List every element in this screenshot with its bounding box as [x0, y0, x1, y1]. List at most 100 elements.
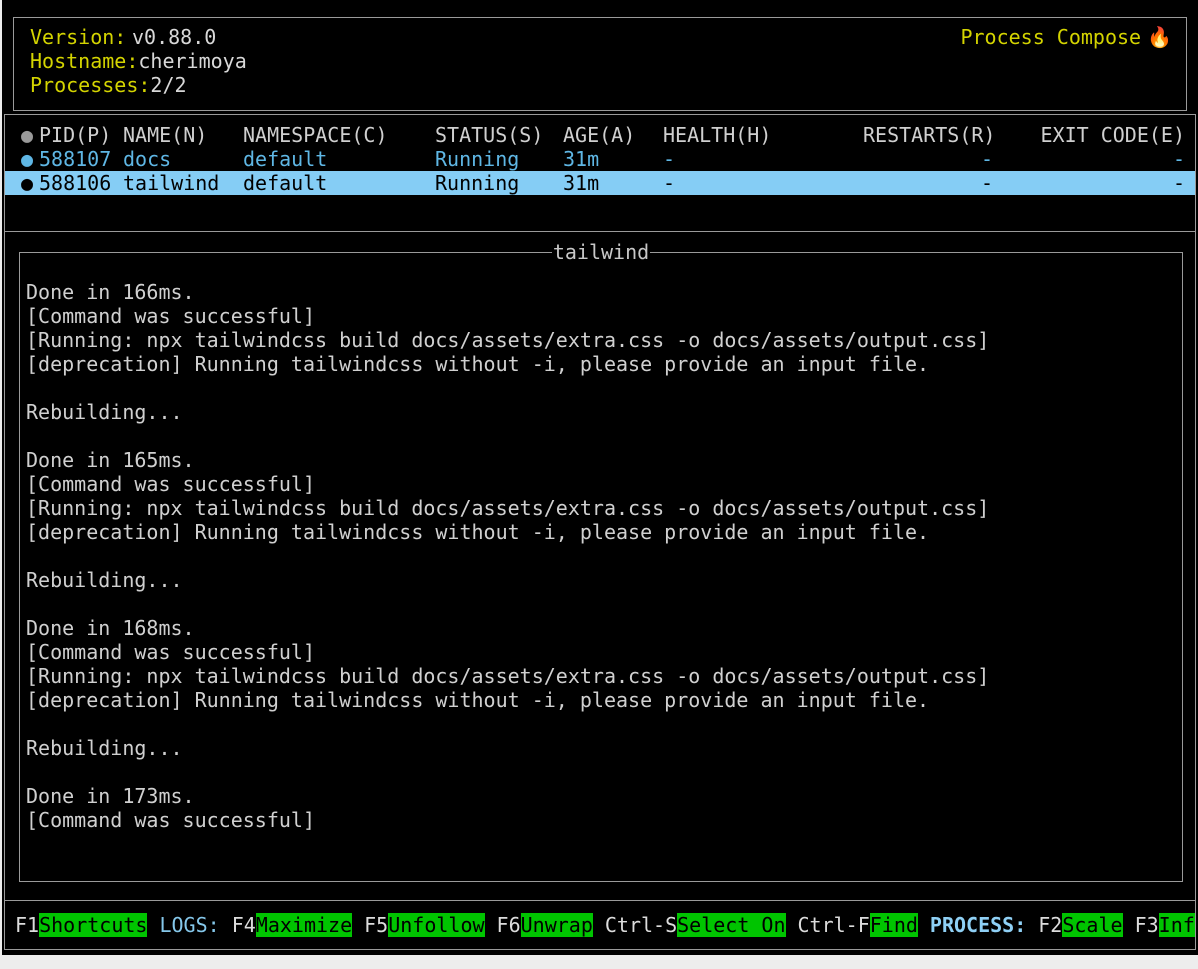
header-panel: Version:v0.88.0Hostname:cherimoyaProcess… [13, 17, 1187, 111]
log-line [26, 760, 1176, 784]
column-header: PID(P) [39, 123, 123, 147]
column-header: HEALTH(H) [663, 123, 863, 147]
shortcut-key: F5 [364, 913, 388, 937]
cell-name: tailwind [123, 171, 243, 195]
shortcut-info[interactable]: F3Info [1135, 913, 1195, 937]
table-body: ●588107docsdefaultRunning31m---●588106ta… [5, 147, 1195, 195]
cell-restarts: - [863, 147, 993, 171]
process-table: ●PID(P)NAME(N)NAMESPACE(C)STATUS(S)AGE(A… [5, 115, 1195, 231]
cell-age: 31m [563, 171, 663, 195]
process-compose-terminal: Version:v0.88.0Hostname:cherimoyaProcess… [2, 0, 1198, 955]
status-bar: F1ShortcutsLOGS:F4MaximizeF5UnfollowF6Un… [5, 901, 1195, 949]
cell-health: - [663, 147, 863, 171]
column-header: RESTARTS(R) [863, 123, 993, 147]
shortcut-key: F4 [232, 913, 256, 937]
log-line: [Running: npx tailwindcss build docs/ass… [26, 328, 1176, 352]
log-panel-title: tailwind [20, 240, 1182, 264]
shortcut-key: F2 [1038, 913, 1062, 937]
column-header: NAMESPACE(C) [243, 123, 435, 147]
log-line: Done in 165ms. [26, 448, 1176, 472]
header-field: Processes:2/2 [30, 73, 247, 97]
cell-age: 31m [563, 147, 663, 171]
log-line [26, 424, 1176, 448]
log-line: [deprecation] Running tailwindcss withou… [26, 520, 1176, 544]
log-line: [Command was successful] [26, 808, 1176, 832]
header-field-label: Version: [30, 25, 132, 49]
shortcut-key: F6 [497, 913, 521, 937]
shortcut-action: Shortcuts [39, 913, 147, 937]
column-header: AGE(A) [563, 123, 663, 147]
log-line: Rebuilding... [26, 736, 1176, 760]
log-line: Done in 173ms. [26, 784, 1176, 808]
log-line [26, 592, 1176, 616]
shortcut-action: Select On [677, 913, 785, 937]
cell-exit_code: - [993, 171, 1185, 195]
header-field-value: 2/2 [150, 73, 186, 97]
header-field: Version:v0.88.0 [30, 25, 247, 49]
main-panel: ●PID(P)NAME(N)NAMESPACE(C)STATUS(S)AGE(A… [4, 114, 1196, 950]
table-header-row: ●PID(P)NAME(N)NAMESPACE(C)STATUS(S)AGE(A… [5, 123, 1195, 147]
log-line: Rebuilding... [26, 400, 1176, 424]
log-line: [Running: npx tailwindcss build docs/ass… [26, 496, 1176, 520]
log-line: Done in 168ms. [26, 616, 1176, 640]
log-line: [Running: npx tailwindcss build docs/ass… [26, 664, 1176, 688]
app-title: Process Compose🔥 [960, 25, 1172, 110]
cell-restarts: - [863, 171, 993, 195]
header-field-label: Hostname: [30, 49, 138, 73]
cell-name: docs [123, 147, 243, 171]
shortcut-action: Info [1159, 913, 1195, 937]
row-bullet-icon: ● [21, 171, 39, 195]
column-header: STATUS(S) [435, 123, 563, 147]
log-output: Done in 166ms.[Command was successful][R… [20, 253, 1182, 881]
cell-status: Running [435, 171, 563, 195]
shortcut-key: Ctrl-S [605, 913, 677, 937]
shortcut-find[interactable]: Ctrl-FFind [798, 913, 918, 937]
header-field: Hostname:cherimoya [30, 49, 247, 73]
cell-health: - [663, 171, 863, 195]
header-fields: Version:v0.88.0Hostname:cherimoyaProcess… [30, 25, 247, 110]
fire-icon: 🔥 [1147, 25, 1172, 49]
log-line [26, 712, 1176, 736]
shortcut-unwrap[interactable]: F6Unwrap [497, 913, 593, 937]
logs-section: tailwind Done in 166ms.[Command was succ… [5, 232, 1195, 900]
cell-namespace: default [243, 147, 435, 171]
header-field-label: Processes: [30, 73, 150, 97]
status-section-label: LOGS: [159, 913, 219, 937]
row-bullet-icon: ● [21, 147, 39, 171]
shortcut-action: Find [870, 913, 918, 937]
cell-status: Running [435, 147, 563, 171]
header-field-value: cherimoya [138, 49, 246, 73]
log-line [26, 544, 1176, 568]
table-row[interactable]: ●588107docsdefaultRunning31m--- [5, 147, 1195, 171]
status-section-label: PROCESS: [930, 913, 1026, 937]
shortcut-action: Scale [1062, 913, 1122, 937]
log-line: [Command was successful] [26, 472, 1176, 496]
app-title-text: Process Compose [960, 25, 1141, 49]
shortcut-scale[interactable]: F2Scale [1038, 913, 1122, 937]
shortcut-key: F3 [1135, 913, 1159, 937]
cell-pid: 588107 [39, 147, 123, 171]
column-header: EXIT CODE(E) [993, 123, 1185, 147]
shortcut-select-on[interactable]: Ctrl-SSelect On [605, 913, 786, 937]
header-field-value: v0.88.0 [132, 25, 216, 49]
table-row[interactable]: ●588106tailwinddefaultRunning31m--- [5, 171, 1195, 195]
shortcut-key: F1 [15, 913, 39, 937]
log-panel-title-text: tailwind [552, 240, 650, 264]
shortcut-shortcuts[interactable]: F1Shortcuts [15, 913, 147, 937]
log-line: Rebuilding... [26, 568, 1176, 592]
log-line: [deprecation] Running tailwindcss withou… [26, 352, 1176, 376]
log-panel[interactable]: tailwind Done in 166ms.[Command was succ… [19, 252, 1183, 882]
log-line: [Command was successful] [26, 304, 1176, 328]
log-line: Done in 166ms. [26, 280, 1176, 304]
log-line: [deprecation] Running tailwindcss withou… [26, 688, 1176, 712]
cell-pid: 588106 [39, 171, 123, 195]
shortcut-maximize[interactable]: F4Maximize [232, 913, 352, 937]
shortcut-action: Unfollow [388, 913, 484, 937]
log-line: [Command was successful] [26, 640, 1176, 664]
cell-namespace: default [243, 171, 435, 195]
shortcut-key: Ctrl-F [798, 913, 870, 937]
cell-exit_code: - [993, 147, 1185, 171]
shortcut-unfollow[interactable]: F5Unfollow [364, 913, 484, 937]
shortcut-action: Unwrap [521, 913, 593, 937]
row-bullet-icon: ● [21, 123, 39, 147]
